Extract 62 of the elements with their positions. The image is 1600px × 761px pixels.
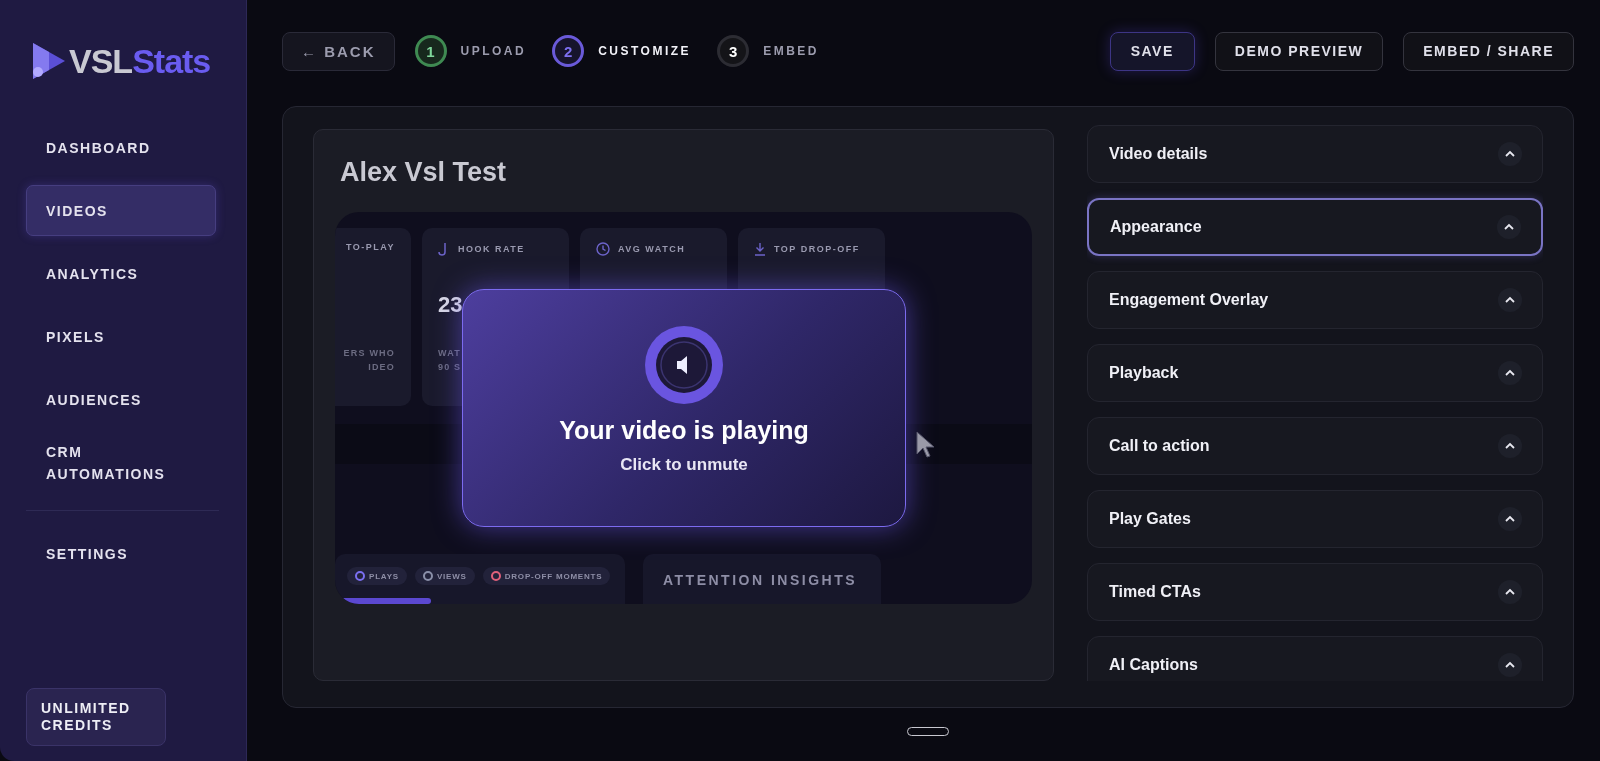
chevron-up-icon[interactable] <box>1498 653 1522 677</box>
chevron-up-icon[interactable] <box>1498 434 1522 458</box>
settings-section[interactable]: Play Gates <box>1087 490 1543 548</box>
legend-chip: DROP-OFF MOMENTS <box>482 567 611 585</box>
settings-section[interactable]: Playback <box>1087 344 1543 402</box>
step-number: 3 <box>717 35 750 67</box>
chevron-up-icon[interactable] <box>1498 580 1522 604</box>
section-title: AI Captions <box>1109 656 1198 674</box>
credits-badge[interactable]: UNLIMITED CREDITS <box>26 688 166 746</box>
settings-section[interactable]: Engagement Overlay <box>1087 271 1543 329</box>
nav-item[interactable]: DASHBOARD <box>26 122 216 173</box>
chevron-up-icon[interactable] <box>1498 142 1522 166</box>
overlay-subtitle: Click to unmute <box>620 455 748 475</box>
nav-item[interactable]: CRM AUTOMATIONS <box>26 437 216 488</box>
nav-item[interactable]: VIDEOS <box>26 185 216 236</box>
metric-caption: ERS WHO IDEO <box>342 347 395 374</box>
chevron-up-icon[interactable] <box>1498 361 1522 385</box>
chevron-up-icon[interactable] <box>1497 215 1521 239</box>
nav-item[interactable]: SETTINGS <box>26 528 216 579</box>
overlay-title: Your video is playing <box>559 416 809 445</box>
video-title: Alex Vsl Test <box>340 157 508 188</box>
back-button[interactable]: ← BACK <box>282 31 395 71</box>
chevron-up-icon[interactable] <box>1498 288 1522 312</box>
settings-section[interactable]: Call to action <box>1087 417 1543 475</box>
metric-caption: WAT 90 S <box>438 347 463 374</box>
step-number: 1 <box>414 35 447 67</box>
insights-title: ATTENTION INSIGHTS <box>663 572 858 588</box>
metric-label: AVG WATCH <box>618 244 686 254</box>
nav-item[interactable]: ANALYTICS <box>26 248 216 299</box>
download-icon <box>754 242 766 256</box>
speaker-icon[interactable] <box>645 326 723 404</box>
step-label[interactable]: EMBED <box>763 44 819 58</box>
unmute-overlay[interactable]: Your video is playing Click to unmute <box>462 289 906 527</box>
action-button[interactable]: EMBED / SHARE <box>1403 31 1574 71</box>
section-title: Play Gates <box>1109 510 1191 528</box>
metric-label: TOP DROP-OFF <box>774 244 860 254</box>
metric-label: TO-PLAY <box>346 242 395 252</box>
section-title: Engagement Overlay <box>1109 291 1269 309</box>
section-title: Timed CTAs <box>1109 583 1201 601</box>
section-title: Appearance <box>1110 218 1202 236</box>
step-label[interactable]: UPLOAD <box>460 44 527 58</box>
chevron-up-icon[interactable] <box>1498 507 1522 531</box>
section-title: Call to action <box>1109 437 1210 455</box>
section-title: Video details <box>1109 145 1208 163</box>
nav-item[interactable]: AUDIENCES <box>26 374 216 425</box>
settings-section[interactable]: Timed CTAs <box>1087 563 1543 621</box>
metric-label: HOOK RATE <box>458 244 525 254</box>
settings-section[interactable]: Video details <box>1087 125 1543 183</box>
logo-text: VSLStats <box>69 41 211 81</box>
settings-section[interactable]: AI Captions <box>1087 636 1543 681</box>
legend-chip: VIEWS <box>414 567 475 585</box>
nav-item[interactable]: PIXELS <box>26 311 216 362</box>
section-title: Playback <box>1109 364 1179 382</box>
legend-chip: PLAYS <box>347 567 407 585</box>
step-label[interactable]: CUSTOMIZE <box>598 44 692 58</box>
settings-section[interactable]: Appearance <box>1087 198 1543 256</box>
clock-icon <box>596 242 610 256</box>
step-number: 2 <box>552 35 585 67</box>
cursor-icon <box>915 430 937 460</box>
action-button[interactable]: DEMO PREVIEW <box>1214 31 1384 71</box>
save-button[interactable]: SAVE <box>1109 31 1195 71</box>
metric-value: 23 <box>438 292 464 318</box>
